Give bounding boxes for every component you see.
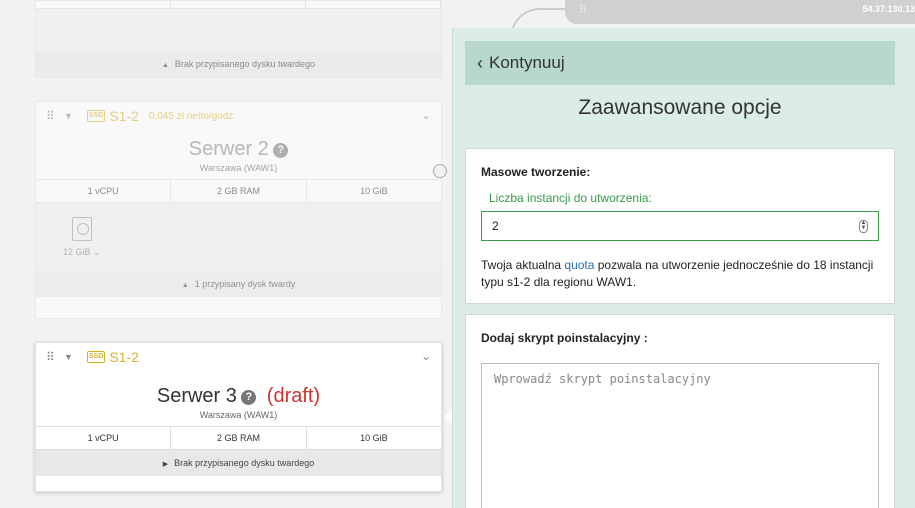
chevron-down-icon: ⌄	[93, 247, 101, 257]
post-install-script-section: Dodaj skrypt poinstalacyjny : Wprowadź s…	[465, 314, 895, 508]
panel-title: Zaawansowane opcje	[578, 96, 782, 119]
ram-spec: 2 GB RAM	[171, 180, 307, 202]
mass-creation-section: Masowe tworzenie: Liczba instancji do ut…	[465, 148, 895, 304]
disk-area: 12 GiB ⌄	[36, 203, 441, 271]
connection-port-icon[interactable]	[433, 164, 447, 178]
ip-address: 54.37.130.13	[862, 4, 915, 14]
server3-card-header: ⠿ ▼ SSD S1-2 ⌄	[36, 343, 441, 371]
flavor-label: S1-2	[109, 349, 139, 365]
advanced-options-panel: ‹ Kontynuuj Zaawansowane opcje Masowe tw…	[452, 28, 915, 508]
server1-disk-bar[interactable]: ▲ Brak przypisanego dysku twardego	[36, 51, 441, 77]
server-name[interactable]: Serwer 2	[189, 138, 269, 160]
disk-bar-label: Brak przypisanego dysku twardego	[174, 458, 315, 468]
number-stepper-icon[interactable]: ▲ ▼	[859, 219, 868, 233]
drag-handle-icon[interactable]: ⠿	[46, 109, 58, 123]
spec-row: 1 vCPU 2 GB RAM 10 GiB	[36, 179, 441, 203]
caret-down-icon[interactable]: ▼	[64, 352, 73, 362]
ssd-icon: SSD	[86, 110, 106, 122]
server3-card[interactable]: ⠿ ▼ SSD S1-2 ⌄ Serwer 3 ? (draft) Warsza…	[35, 342, 442, 492]
ram-spec: 2 GB RAM	[171, 427, 307, 449]
disk-spec: 10 GiB	[360, 433, 388, 443]
instances-count-value: 2	[492, 219, 499, 233]
instances-count-input[interactable]: 2 ▲ ▼	[481, 211, 879, 241]
server2-card[interactable]: ⠿ ▼ SSD S1-2 0.045 zł netto/godz. ⌄ Serw…	[35, 101, 442, 319]
quota-link[interactable]: quota	[564, 258, 594, 272]
network-node-strip[interactable]: ⠿ 54.37.130.13	[565, 0, 915, 24]
instances-count-label: Liczba instancji do utworzenia:	[489, 191, 652, 205]
server3-disk-bar[interactable]: ▶ Brak przypisanego dysku twardego	[36, 450, 441, 476]
vcpu-spec: 1 vCPU	[36, 427, 172, 449]
expand-up-icon: ▲	[181, 282, 189, 289]
server2-card-header: ⠿ ▼ SSD S1-2 0.045 zł netto/godz. ⌄	[36, 102, 441, 130]
flavor-label: S1-2	[109, 108, 139, 124]
region-label: Warszawa (WAW1)	[199, 163, 278, 173]
drag-handle-icon[interactable]: ⠿	[46, 350, 58, 364]
region-label: Warszawa (WAW1)	[199, 410, 278, 420]
server1-disk-bar-label: Brak przypisanego dysku twardego	[174, 59, 315, 69]
chevron-left-icon: ‹	[477, 52, 483, 73]
disk-spec: 10 GiB	[360, 186, 388, 196]
vcpu-spec: 1 vCPU	[36, 180, 172, 202]
post-install-script-title: Dodaj skrypt poinstalacyjny :	[481, 331, 648, 345]
disk-bar-label: 1 przypisany dysk twardy	[194, 279, 296, 289]
back-button[interactable]: ‹ Kontynuuj	[465, 41, 895, 85]
server2-card-body: Serwer 2 ? Warszawa (WAW1)	[36, 130, 441, 179]
quota-info: Twoja aktualna quota pozwala na utworzen…	[481, 257, 879, 291]
help-icon[interactable]: ?	[273, 143, 289, 159]
disk-size-label: 12 GiB	[63, 247, 91, 257]
hard-disk-icon[interactable]	[72, 217, 92, 241]
chevron-down-icon[interactable]: ⌄	[421, 349, 431, 363]
ssd-icon: SSD	[86, 351, 106, 363]
help-icon[interactable]: ?	[241, 390, 257, 406]
expand-up-icon: ▲	[161, 62, 169, 69]
server3-card-body: Serwer 3 ? (draft) Warszawa (WAW1)	[36, 371, 441, 426]
chevron-down-icon[interactable]: ⌄	[421, 108, 431, 122]
caret-down-icon[interactable]: ▼	[64, 111, 73, 121]
back-button-label: Kontynuuj	[489, 53, 565, 72]
server1-card-partial: ▲ Brak przypisanego dysku twardego	[35, 0, 442, 78]
mass-creation-title: Masowe tworzenie:	[481, 165, 591, 179]
post-install-script-textarea[interactable]: Wprowadź skrypt poinstalacyjny	[481, 363, 879, 508]
disk-size-dropdown[interactable]: 12 GiB ⌄	[63, 247, 101, 258]
draft-label: (draft)	[266, 385, 321, 407]
server-name[interactable]: Serwer 3	[157, 385, 237, 407]
price-label: 0.045 zł netto/godz.	[148, 110, 237, 122]
drag-handle-icon[interactable]: ⠿	[579, 3, 587, 16]
server2-disk-bar[interactable]: ▲ 1 przypisany dysk twardy	[36, 271, 441, 297]
quota-info-text-start: Twoja aktualna	[481, 258, 565, 272]
spec-row: 1 vCPU 2 GB RAM 10 GiB	[36, 426, 441, 450]
server1-spec-row	[36, 1, 441, 9]
expand-right-icon: ▶	[162, 461, 169, 468]
